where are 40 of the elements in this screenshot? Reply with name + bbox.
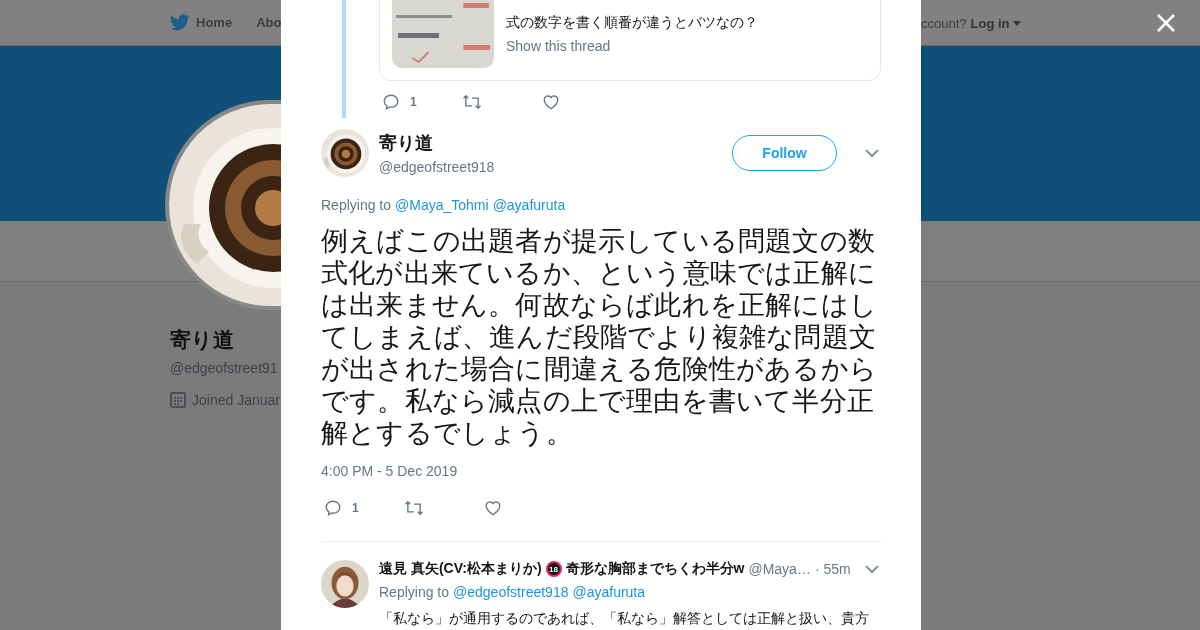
mention-link[interactable]: @edgeofstreet918 [453,584,569,600]
timestamp: 4:00 PM - 5 Dec 2019 [321,463,459,479]
account-prompt: ccount? [921,15,967,31]
mention-link[interactable]: @ayafuruta [492,197,566,213]
tweet-text: 例えばこの出題者が提示している問題文の数式化が出来ているか、という意味では正解には出来ません。何故ならば此れを正解にはしてしまえば、進んだ段階でより複雑な問題文が出された場合に間違える危険性があるからです。私なら減点の上で理由を書いて半分正解とするでしょう。 [321,225,878,449]
card-text: 式の数字を書く順番が違うとバツなの？ [506,14,758,32]
author-name: 寄り道 [379,132,434,155]
reply-handle: @Maya… [748,561,811,577]
replying-label: Replying to [321,197,392,213]
login-link[interactable]: Log in [970,15,1021,31]
chevron-down-icon[interactable] [865,148,879,158]
retweet-icon[interactable] [404,499,424,517]
reply-author-name: 奇形な胸部までちくわ半分w [565,560,745,578]
reply-author-name: 遠見 真矢(CV:松本まりか) [379,560,542,578]
reply-count: 1 [352,501,359,515]
reply-text: 「私なら」が通用するのであれば、「私なら」解答としては正解と扱い、貴方 [379,609,870,628]
reply-time: · 55m [814,561,851,577]
retweet-icon[interactable] [462,93,482,111]
speech-bubble-icon[interactable] [382,93,400,111]
bird-icon [170,14,190,31]
reply-count: 1 [410,95,417,109]
author-handle: @edgeofstreet918 [379,159,496,175]
follow-button[interactable]: Follow [732,135,837,171]
replying-label: Replying to [379,584,450,600]
heart-icon[interactable] [542,93,560,111]
profile-handle: @edgeofstreet91 [170,360,278,376]
heart-icon[interactable] [484,499,502,517]
mention-link[interactable]: @Maya_Tohmi [395,197,489,213]
nav-link[interactable]: Abo [256,15,282,30]
age-badge: 18 [545,561,562,577]
caret-icon [1012,20,1021,26]
profile-name: 寄り道 [170,327,234,353]
quoted-card[interactable]: 式の数字を書く順番が違うとバツなの？ Show this thread [379,0,881,81]
joined-date: Joined Januar [192,392,280,408]
chevron-down-icon[interactable] [865,564,879,574]
nav-link[interactable]: Home [170,14,233,31]
speech-bubble-icon[interactable] [324,499,342,517]
calendar-icon [170,392,186,408]
mention-link[interactable]: @ayafuruta [572,584,646,600]
show-thread-link[interactable]: Show this thread [506,38,758,54]
